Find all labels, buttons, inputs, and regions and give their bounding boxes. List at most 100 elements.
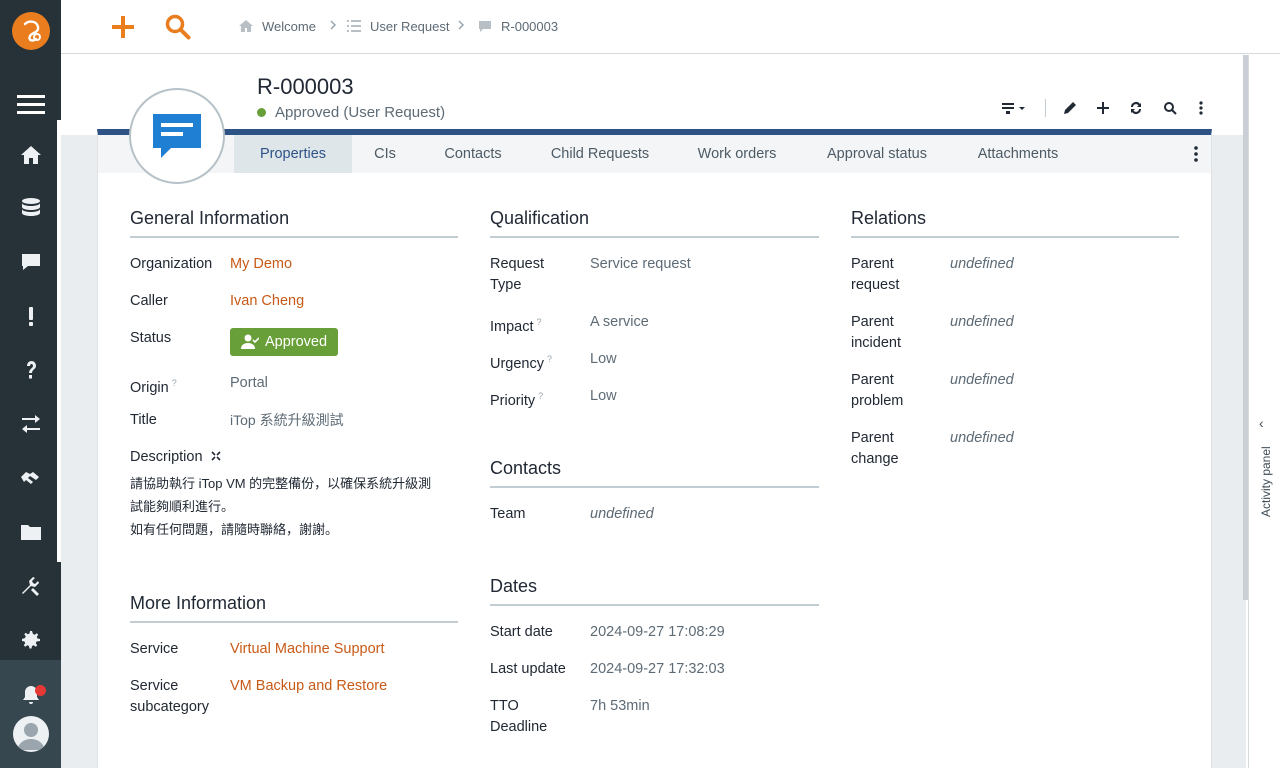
subcategory-link[interactable]: VM Backup and Restore [230, 676, 387, 697]
notification-dot-icon [35, 685, 46, 696]
transfer-icon[interactable] [0, 409, 61, 439]
section-divider [851, 236, 1179, 238]
tab-approval-status[interactable]: Approval status [812, 135, 942, 173]
section-divider [490, 236, 819, 238]
breadcrumb-item-user-request[interactable]: User Request [346, 18, 449, 34]
database-icon[interactable] [0, 193, 61, 223]
help-icon[interactable] [0, 355, 61, 385]
field-label-parent-request: Parent request [851, 256, 900, 293]
field-label-caller: Caller [130, 293, 168, 309]
request-icon [479, 21, 491, 32]
section-title-relations: Relations [851, 208, 927, 228]
chevron-right-icon [330, 20, 337, 30]
notifications-icon[interactable] [0, 680, 61, 710]
team-value: undefined [590, 506, 654, 522]
tab-child-requests[interactable]: Child Requests [538, 135, 662, 173]
folder-icon[interactable] [0, 517, 61, 547]
breadcrumb-item-welcome[interactable]: Welcome [238, 18, 316, 34]
chat-icon[interactable] [0, 247, 61, 277]
section-title-dates: Dates [490, 576, 538, 596]
help-hint-icon[interactable]: ? [547, 354, 552, 364]
global-search-icon[interactable] [164, 13, 192, 41]
field-label-origin: Origin? [130, 378, 177, 396]
settings-icon[interactable] [0, 625, 61, 655]
caller-link[interactable]: Ivan Cheng [230, 291, 304, 312]
object-title: R-000003 [257, 74, 354, 99]
menu-toggle-icon[interactable] [17, 95, 45, 114]
field-label-service: Service [130, 641, 179, 657]
request-type-value: Service request [590, 256, 691, 272]
help-hint-icon[interactable]: ? [172, 378, 177, 388]
chevron-left-icon[interactable]: ‹ [1259, 415, 1264, 431]
user-check-icon [240, 334, 259, 349]
section-title-contacts: Contacts [490, 458, 562, 478]
field-label-tto-deadline: TTO Deadline [490, 698, 548, 735]
sidebar-user-area [0, 660, 61, 768]
expand-icon[interactable] [210, 451, 221, 461]
home-icon[interactable] [0, 140, 61, 170]
refresh-icon[interactable] [1128, 100, 1144, 116]
activity-panel-label: Activity panel [1259, 446, 1273, 517]
urgency-value: Low [590, 351, 617, 367]
add-new-icon[interactable] [109, 13, 137, 41]
parent-request-value: undefined [950, 256, 1014, 272]
field-label-description: Description [130, 447, 221, 468]
impact-value: A service [590, 314, 649, 330]
object-header [61, 55, 1243, 135]
field-label-urgency: Urgency? [490, 354, 553, 372]
section-title-more: More Information [130, 593, 267, 613]
tabs-more-icon[interactable] [1190, 144, 1202, 164]
search-icon[interactable] [1162, 100, 1178, 116]
display-options-icon[interactable] [1001, 100, 1027, 116]
title-value: iTop 系統升級測試 [230, 412, 344, 428]
last-update-value: 2024-09-27 17:32:03 [590, 661, 725, 677]
field-label-title: Title [130, 412, 157, 428]
breadcrumb-item-current[interactable]: R-000003 [477, 18, 558, 34]
field-label-last-update: Last update [490, 661, 566, 677]
help-hint-icon[interactable]: ? [538, 391, 543, 401]
chevron-right-icon [458, 20, 465, 30]
tto-deadline-value: 7h 53min [590, 698, 650, 714]
object-status: Approved (User Request) [257, 104, 445, 121]
tab-attachments[interactable]: Attachments [964, 135, 1072, 173]
field-label-parent-problem: Parent problem [851, 372, 904, 409]
field-label-impact: Impact? [490, 317, 542, 335]
handshake-icon[interactable] [0, 463, 61, 493]
field-label-parent-incident: Parent incident [851, 314, 901, 351]
tab-properties[interactable]: Properties [234, 135, 352, 173]
incident-icon[interactable] [0, 301, 61, 331]
activity-panel[interactable]: ‹ Activity panel [1248, 55, 1280, 768]
organization-link[interactable]: My Demo [230, 254, 292, 275]
list-icon [347, 20, 361, 32]
user-avatar[interactable] [13, 716, 49, 752]
field-label-start-date: Start date [490, 624, 553, 640]
toolbar-separator [1045, 99, 1046, 117]
status-badge: Approved [230, 328, 338, 356]
add-icon[interactable] [1095, 100, 1111, 116]
tools-icon[interactable] [0, 571, 61, 601]
section-title-general: General Information [130, 208, 290, 228]
object-icon [129, 88, 225, 184]
edit-icon[interactable] [1062, 100, 1078, 116]
parent-problem-value: undefined [950, 372, 1014, 388]
service-link[interactable]: Virtual Machine Support [230, 639, 385, 660]
origin-value: Portal [230, 375, 268, 391]
section-divider [490, 486, 819, 488]
field-label-status: Status [130, 330, 172, 346]
status-dot-icon [257, 108, 266, 117]
help-hint-icon[interactable]: ? [537, 317, 542, 327]
app-logo[interactable] [12, 12, 50, 50]
description-value: 請協助執行 iTop VM 的完整備份，以確保系統升級測 試能夠順利進行。 如有… [130, 476, 432, 537]
priority-value: Low [590, 388, 617, 404]
field-label-subcategory: Service subcategory [130, 678, 209, 715]
field-label-parent-change: Parent change [851, 430, 899, 467]
tab-contacts[interactable]: Contacts [430, 135, 516, 173]
tab-work-orders[interactable]: Work orders [684, 135, 790, 173]
parent-change-value: undefined [950, 430, 1014, 446]
tab-cis[interactable]: CIs [362, 135, 408, 173]
home-icon [239, 20, 253, 32]
section-divider [490, 604, 819, 606]
field-label-team: Team [490, 506, 526, 522]
more-actions-icon[interactable] [1193, 100, 1209, 116]
section-title-qualification: Qualification [490, 208, 590, 228]
